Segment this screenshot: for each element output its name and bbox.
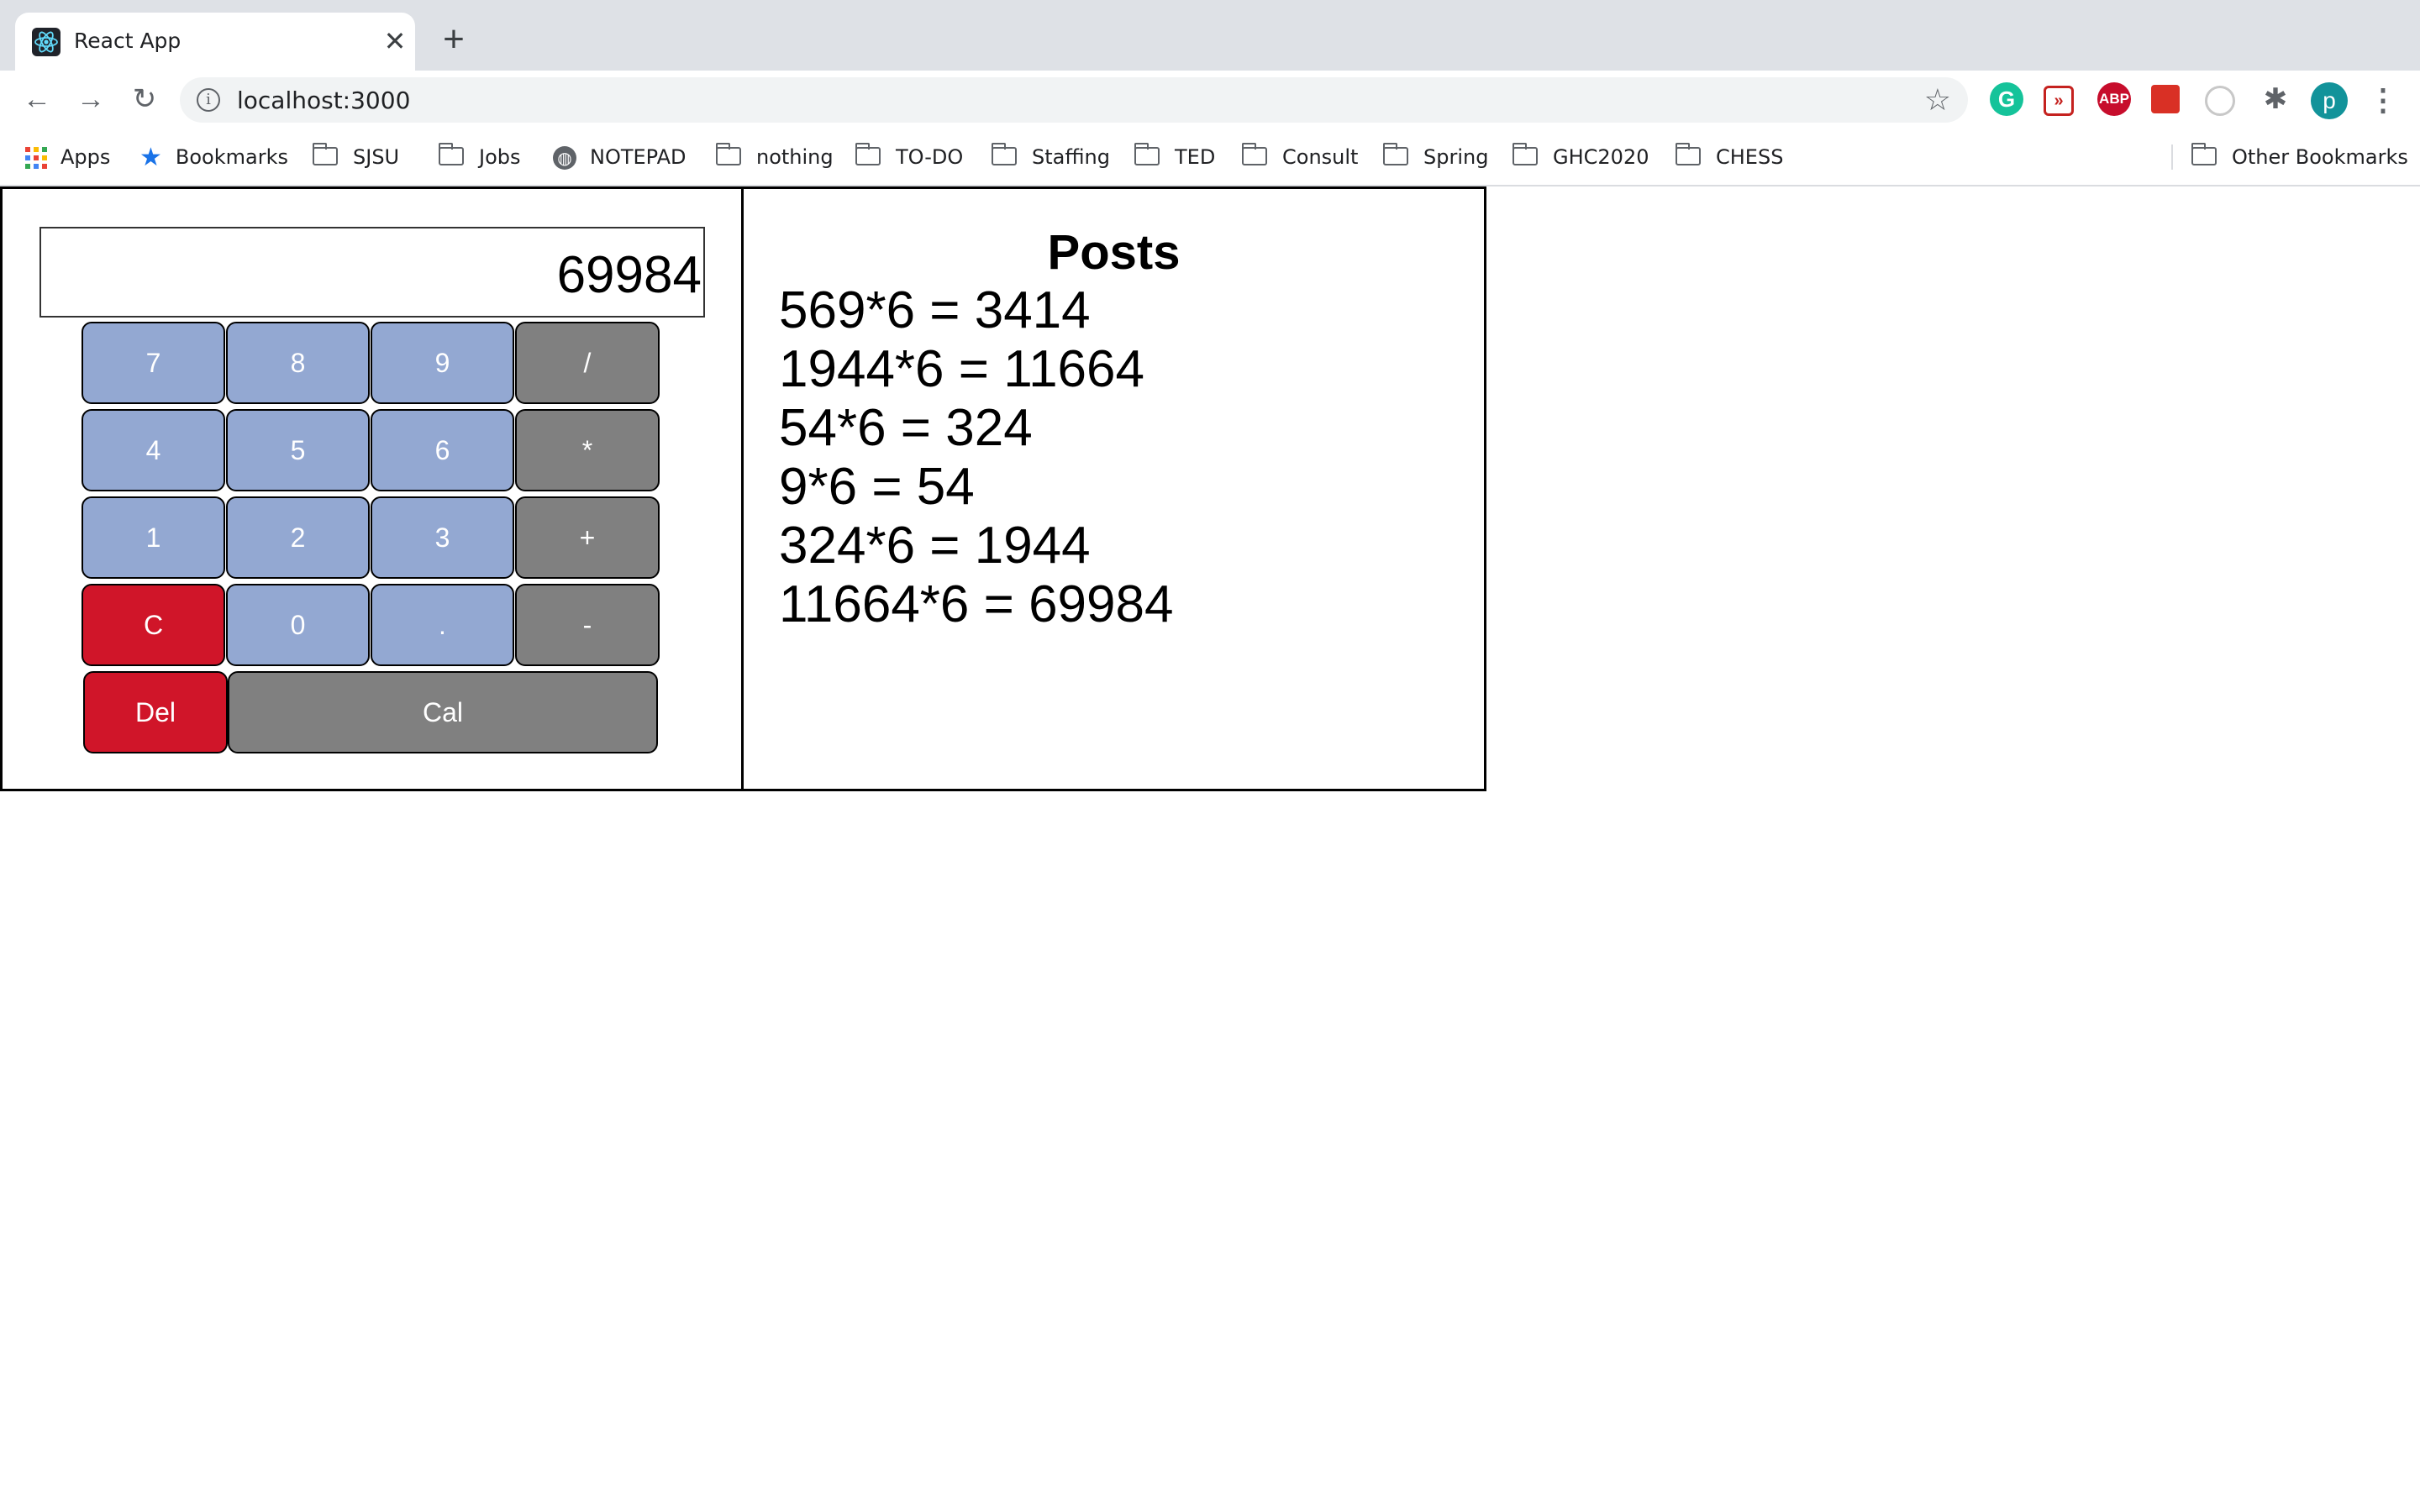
key-4-button[interactable]: 4: [82, 409, 225, 491]
bookmark-nothing[interactable]: nothing: [715, 143, 834, 171]
key-divide-button[interactable]: /: [515, 322, 660, 404]
bookmark-label: nothing: [756, 145, 834, 169]
folder-icon: [1241, 143, 1267, 165]
key-1-button[interactable]: 1: [82, 496, 225, 579]
folder-icon: [715, 143, 741, 165]
folder-icon: [1675, 143, 1701, 165]
back-arrow-icon[interactable]: ←: [18, 81, 55, 118]
bookmark-jobs[interactable]: Jobs: [438, 143, 521, 171]
bookmark-label: TO-DO: [896, 145, 964, 169]
posts-title: Posts: [1047, 225, 1181, 280]
grammarly-extension-icon[interactable]: G: [1990, 82, 2023, 116]
key-6-button[interactable]: 6: [371, 409, 514, 491]
key-2-button[interactable]: 2: [226, 496, 370, 579]
key-add-button[interactable]: +: [515, 496, 660, 579]
clear-button[interactable]: C: [82, 584, 225, 666]
bookmark-label: TED: [1175, 145, 1216, 169]
calculator-panel: 69984 7 8 9 / 4 5 6 * 1 2 3 + C 0 . - De…: [0, 186, 744, 791]
key-3-button[interactable]: 3: [371, 496, 514, 579]
bookmark-chess[interactable]: CHESS: [1675, 143, 1784, 171]
key-decimal-button[interactable]: .: [371, 584, 514, 666]
folder-icon: [1512, 143, 1538, 165]
key-5-button[interactable]: 5: [226, 409, 370, 491]
tab-strip: React App ✕ +: [0, 0, 2420, 71]
folder-icon: [991, 143, 1017, 165]
star-icon: ★: [139, 143, 162, 172]
bookmark-consult[interactable]: Consult: [1241, 143, 1359, 171]
tab-title: React App: [74, 29, 182, 53]
bookmarks-separator: [2171, 144, 2173, 170]
folder-icon: [1382, 143, 1408, 165]
post-item: 569*6 = 3414: [779, 281, 1091, 339]
calculate-button[interactable]: Cal: [228, 671, 658, 753]
profile-avatar[interactable]: p: [2311, 82, 2348, 119]
reload-icon[interactable]: ↻: [126, 81, 163, 118]
new-tab-button[interactable]: +: [435, 21, 472, 58]
folder-icon: [312, 143, 338, 165]
post-item: 324*6 = 1944: [779, 517, 1091, 575]
bookmark-label: Consult: [1282, 145, 1359, 169]
bookmark-ted[interactable]: TED: [1134, 143, 1215, 171]
bookmark-to-do[interactable]: TO-DO: [855, 143, 963, 171]
bookmark-other-bookmarks[interactable]: Other Bookmarks: [2191, 143, 2408, 171]
folder-icon: [438, 143, 464, 165]
key-7-button[interactable]: 7: [82, 322, 225, 404]
bookmark-spring[interactable]: Spring: [1382, 143, 1489, 171]
bookmark-label: GHC2020: [1553, 145, 1649, 169]
folder-icon: [2191, 143, 2217, 165]
red-extension-icon[interactable]: [2151, 85, 2180, 113]
bookmark-sjsu[interactable]: SJSU: [312, 143, 400, 171]
forward-arrow-icon[interactable]: →: [72, 81, 109, 118]
folder-icon: [855, 143, 881, 165]
bookmark-staffing[interactable]: Staffing: [991, 143, 1110, 171]
browser-toolbar: ← → ↻ i localhost:3000 ☆ G » ABP ✱ p ⋮: [0, 71, 2420, 128]
adblock-plus-extension-icon[interactable]: ABP: [2097, 82, 2131, 116]
bookmark-label: Bookmarks: [175, 145, 288, 169]
circle-extension-icon[interactable]: [2205, 86, 2235, 116]
bookmark-label: NOTEPAD: [590, 145, 687, 169]
globe-icon: ◍: [553, 146, 576, 170]
calculator-display: 69984: [39, 227, 705, 318]
bookmark-label: Staffing: [1032, 145, 1110, 169]
post-item: 11664*6 = 69984: [779, 575, 1174, 633]
bookmark-notepad[interactable]: ◍ NOTEPAD: [553, 143, 687, 171]
bookmark-bookmarks[interactable]: ★ Bookmarks: [139, 143, 288, 172]
browser-menu-icon[interactable]: ⋮: [2368, 79, 2398, 121]
key-multiply-button[interactable]: *: [515, 409, 660, 491]
apps-grid-icon: [25, 147, 47, 169]
delete-button[interactable]: Del: [83, 671, 228, 753]
extensions-puzzle-icon[interactable]: ✱: [2259, 82, 2292, 116]
bookmark-ghc2020[interactable]: GHC2020: [1512, 143, 1649, 171]
key-9-button[interactable]: 9: [371, 322, 514, 404]
bookmark-label: Spring: [1423, 145, 1489, 169]
key-0-button[interactable]: 0: [226, 584, 370, 666]
bookmark-label: SJSU: [353, 145, 400, 169]
key-subtract-button[interactable]: -: [515, 584, 660, 666]
site-info-icon[interactable]: i: [197, 88, 220, 112]
video-speed-extension-icon[interactable]: »: [2044, 86, 2074, 116]
folder-icon: [1134, 143, 1160, 165]
close-tab-icon[interactable]: ✕: [378, 24, 412, 58]
post-item: 9*6 = 54: [779, 458, 975, 516]
bookmark-label: Other Bookmarks: [2232, 145, 2408, 169]
bookmark-apps[interactable]: Apps: [25, 143, 110, 171]
bookmark-label: Apps: [60, 145, 111, 169]
react-logo-icon: [32, 28, 60, 56]
bookmarks-bar: Apps ★ Bookmarks SJSU Jobs ◍ NOTEPAD nothi…: [0, 128, 2420, 186]
posts-list: 569*6 = 3414 1944*6 = 11664 54*6 = 324 9…: [779, 281, 1173, 634]
address-bar[interactable]: i localhost:3000 ☆: [180, 77, 1968, 123]
post-item: 1944*6 = 11664: [779, 340, 1144, 398]
key-8-button[interactable]: 8: [226, 322, 370, 404]
bookmark-label: CHESS: [1716, 145, 1784, 169]
bookmark-label: Jobs: [479, 145, 521, 169]
tab-react-app[interactable]: React App ✕: [15, 13, 415, 71]
post-item: 54*6 = 324: [779, 399, 1033, 457]
url-text[interactable]: localhost:3000: [237, 87, 410, 114]
posts-panel: Posts 569*6 = 3414 1944*6 = 11664 54*6 =…: [741, 186, 1486, 791]
bookmark-star-icon[interactable]: ☆: [1924, 82, 1951, 118]
